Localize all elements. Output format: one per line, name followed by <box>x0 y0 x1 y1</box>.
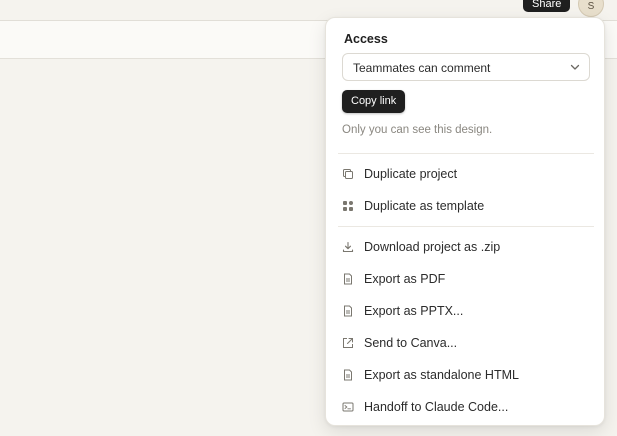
access-select-value: Teammates can comment <box>353 61 491 75</box>
menu-item-label: Duplicate project <box>364 167 458 181</box>
menu-item-export-standalone-html[interactable]: Export as standalone HTML <box>338 361 594 389</box>
menu-item-label: Duplicate as template <box>364 199 485 213</box>
external-link-icon <box>342 337 354 349</box>
menu-item-label: Download project as .zip <box>364 240 501 254</box>
menu-item-handoff-claude-code[interactable]: Handoff to Claude Code... <box>338 393 594 421</box>
avatar[interactable]: S <box>578 0 604 17</box>
copy-link-button[interactable]: Copy link <box>342 90 406 113</box>
access-heading: Access <box>344 32 388 46</box>
menu-item-duplicate-project[interactable]: Duplicate project <box>338 160 594 188</box>
file-icon <box>342 369 354 381</box>
divider <box>338 153 594 154</box>
menu-item-label: Export as PDF <box>364 272 446 286</box>
menu-item-label: Export as standalone HTML <box>364 368 519 382</box>
menu-item-label: Handoff to Claude Code... <box>364 400 509 414</box>
visibility-note: Only you can see this design. <box>342 124 493 136</box>
menu-item-download-zip[interactable]: Download project as .zip <box>338 233 594 261</box>
menu-item-label: Send to Canva... <box>364 336 458 350</box>
share-menu-panel: Access Teammates can comment Copy link O… <box>325 17 605 426</box>
template-icon <box>342 200 354 212</box>
file-icon <box>342 273 354 285</box>
menu-item-export-pptx[interactable]: Export as PPTX... <box>338 297 594 325</box>
menu-item-send-to-canva[interactable]: Send to Canva... <box>338 329 594 357</box>
duplicate-icon <box>342 168 354 180</box>
menu-item-export-pdf[interactable]: Export as PDF <box>338 265 594 293</box>
divider <box>338 226 594 227</box>
access-select[interactable]: Teammates can comment <box>342 53 590 81</box>
share-button[interactable]: Share <box>523 0 571 12</box>
download-icon <box>342 241 354 253</box>
terminal-icon <box>342 401 354 413</box>
menu-item-duplicate-as-template[interactable]: Duplicate as template <box>338 192 594 220</box>
chevron-down-icon <box>569 61 581 73</box>
file-icon <box>342 305 354 317</box>
menu-item-label: Export as PPTX... <box>364 304 464 318</box>
